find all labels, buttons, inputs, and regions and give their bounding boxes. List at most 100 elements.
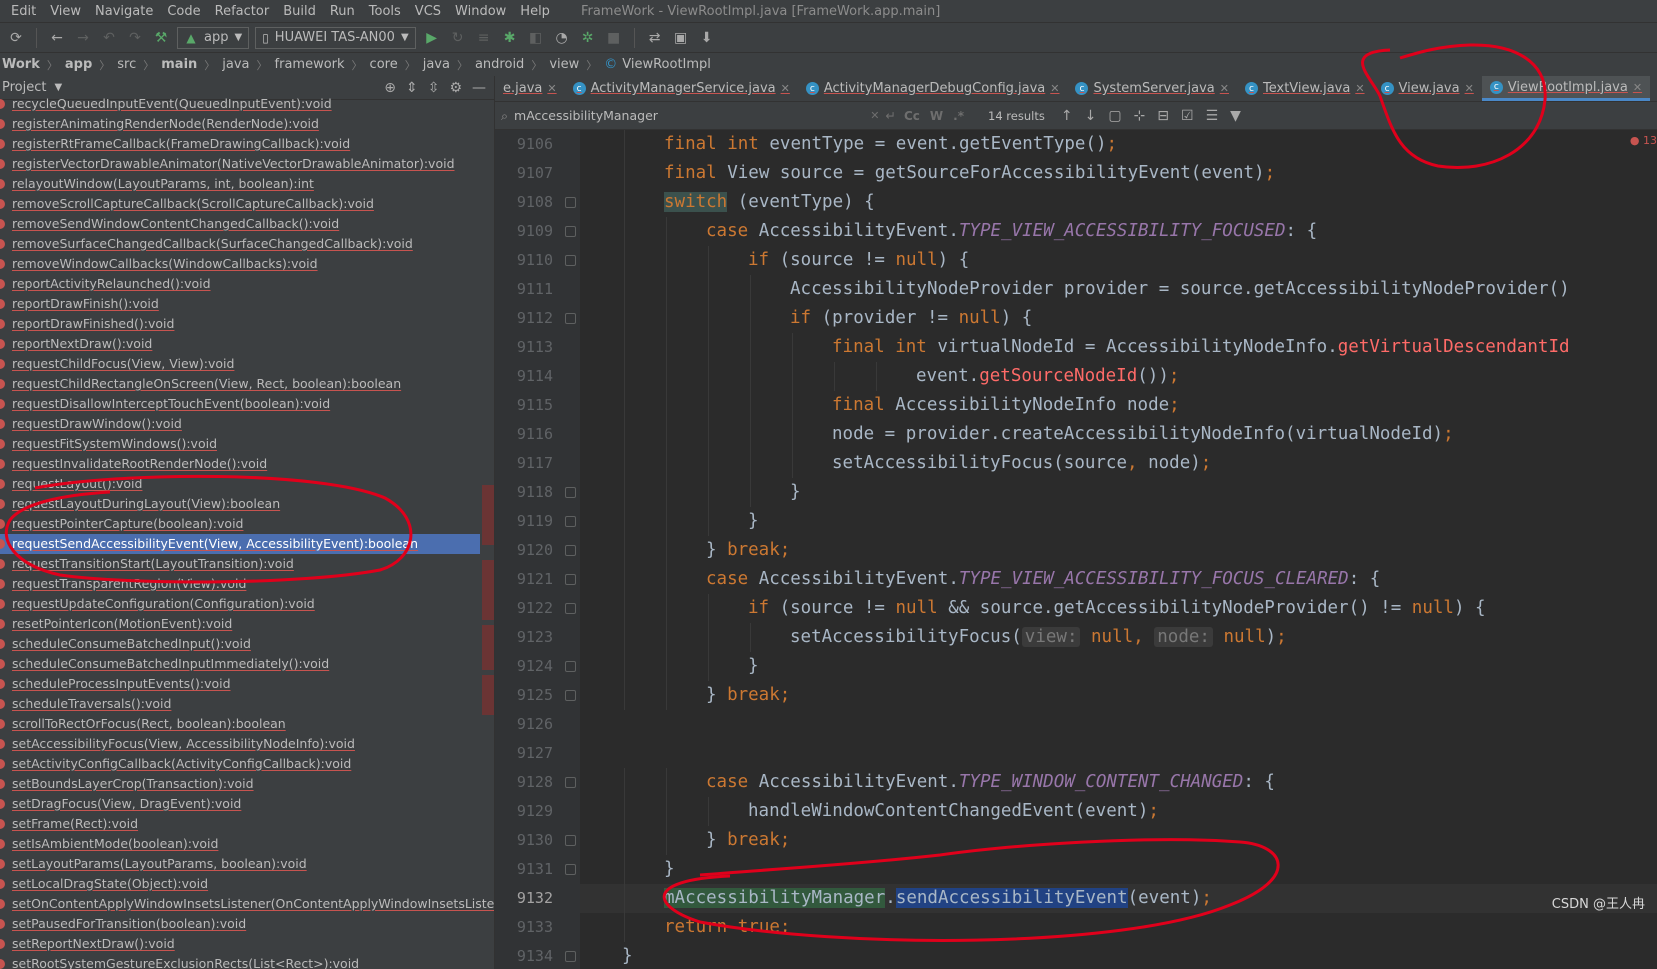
code-line[interactable]: if (provider != null) { [580, 304, 1657, 333]
menu-refactor[interactable]: Refactor [208, 4, 277, 19]
line-number[interactable]: 9128 [495, 768, 553, 797]
editor-tab[interactable]: c SystemServer.java ✕ [1067, 76, 1237, 101]
filter-icon[interactable]: ▼ [1230, 108, 1241, 124]
scrollbar-error-marker[interactable] [482, 625, 494, 670]
code-line[interactable]: } [580, 855, 1657, 884]
line-number[interactable]: 9106 [495, 130, 553, 159]
fold-marker-icon[interactable] [565, 777, 576, 788]
fold-marker-icon[interactable] [565, 255, 576, 266]
structure-member-item[interactable]: requestLayoutDuringLayout(View):boolean [0, 494, 480, 514]
structure-member-item[interactable]: setDragFocus(View, DragEvent):void [0, 794, 480, 814]
menu-code[interactable]: Code [160, 4, 207, 19]
fold-marker-icon[interactable] [565, 690, 576, 701]
debug-icon[interactable]: ✱ [500, 28, 520, 48]
project-view-select[interactable]: Project [2, 80, 46, 95]
structure-member-item[interactable]: requestChildFocus(View, View):void [0, 354, 480, 374]
editor-tab[interactable]: c ActivityManagerService.java ✕ [565, 76, 798, 101]
breadcrumb-item[interactable]: java [423, 57, 450, 72]
editor-tab[interactable]: c View.java ✕ [1373, 76, 1482, 101]
line-number[interactable]: 9132 [495, 884, 553, 913]
code-line[interactable]: } break; [580, 536, 1657, 565]
structure-member-item[interactable]: registerVectorDrawableAnimator(NativeVec… [0, 154, 480, 174]
structure-member-item[interactable]: scheduleProcessInputEvents():void [0, 674, 480, 694]
structure-member-item[interactable]: removeScrollCaptureCallback(ScrollCaptur… [0, 194, 480, 214]
code-line[interactable]: } [580, 478, 1657, 507]
gradle-sync-icon[interactable]: ⇄ [645, 28, 665, 48]
line-number[interactable]: 9124 [495, 652, 553, 681]
redo-icon[interactable]: ↷ [125, 28, 145, 48]
profile-icon[interactable]: ◔ [552, 28, 572, 48]
structure-member-item[interactable]: reportNextDraw():void [0, 334, 480, 354]
code-line[interactable]: handleWindowContentChangedEvent(event); [580, 797, 1657, 826]
error-count-badge[interactable]: ● 13 [1630, 134, 1657, 147]
menu-view[interactable]: View [43, 4, 88, 19]
line-number[interactable]: 9116 [495, 420, 553, 449]
structure-member-item[interactable]: requestUpdateConfiguration(Configuration… [0, 594, 480, 614]
select-all-icon[interactable]: ☑ [1181, 108, 1194, 124]
code-line[interactable]: } [580, 507, 1657, 536]
run-configuration-select[interactable]: ▲ app ▼ [177, 26, 250, 49]
fold-marker-icon[interactable] [565, 574, 576, 585]
fold-marker-icon[interactable] [565, 603, 576, 614]
breadcrumb-item[interactable]: java [222, 57, 249, 72]
line-number[interactable]: 9114 [495, 362, 553, 391]
fold-marker-icon[interactable] [565, 835, 576, 846]
code-line[interactable]: return true; [580, 913, 1657, 942]
close-icon[interactable]: ✕ [1355, 82, 1364, 95]
structure-member-item[interactable]: setAccessibilityFocus(View, Accessibilit… [0, 734, 480, 754]
breadcrumb-item[interactable]: android [475, 57, 524, 72]
editor-tab[interactable]: e.java ✕ [495, 76, 565, 101]
breadcrumb-item[interactable]: app [65, 57, 92, 72]
chevron-down-icon[interactable]: ▼ [54, 82, 62, 93]
code-area[interactable]: final int eventType = event.getEventType… [580, 130, 1657, 969]
menu-edit[interactable]: Edit [4, 4, 43, 19]
line-number[interactable]: 9129 [495, 797, 553, 826]
close-icon[interactable]: ✕ [1050, 82, 1059, 95]
code-line[interactable]: AccessibilityNodeProvider provider = sou… [580, 275, 1657, 304]
close-icon[interactable]: ✕ [1465, 82, 1474, 95]
line-number[interactable]: 9130 [495, 826, 553, 855]
apply-code-changes-icon[interactable]: ≡ [474, 28, 494, 48]
structure-member-item[interactable]: requestInvalidateRootRenderNode():void [0, 454, 480, 474]
structure-member-item[interactable]: requestDrawWindow():void [0, 414, 480, 434]
structure-member-item[interactable]: scrollToRectOrFocus(Rect, boolean):boole… [0, 714, 480, 734]
project-scrollbar[interactable] [482, 100, 494, 969]
line-number[interactable]: 9133 [495, 913, 553, 942]
line-number[interactable]: 9111 [495, 275, 553, 304]
code-line[interactable]: final int eventType = event.getEventType… [580, 130, 1657, 159]
structure-member-item[interactable]: reportDrawFinished():void [0, 314, 480, 334]
fold-marker-icon[interactable] [565, 661, 576, 672]
fold-marker-icon[interactable] [565, 313, 576, 324]
fold-marker-icon[interactable] [565, 226, 576, 237]
line-number[interactable]: 9122 [495, 594, 553, 623]
line-number[interactable]: 9123 [495, 623, 553, 652]
structure-member-item[interactable]: setLayoutParams(LayoutParams, boolean):v… [0, 854, 480, 874]
code-line[interactable]: if (source != null) { [580, 246, 1657, 275]
line-number[interactable]: 9113 [495, 333, 553, 362]
device-select[interactable]: ▯ HUAWEI TAS-AN00 ▼ [255, 26, 416, 49]
close-icon[interactable]: ✕ [1220, 82, 1229, 95]
scrollbar-error-marker[interactable] [482, 675, 494, 715]
editor-tab[interactable]: c TextView.java ✕ [1237, 76, 1373, 101]
structure-member-item[interactable]: reportDrawFinish():void [0, 294, 480, 314]
fold-marker-icon[interactable] [565, 487, 576, 498]
fold-marker-icon[interactable] [565, 516, 576, 527]
code-line[interactable]: } break; [580, 826, 1657, 855]
avd-manager-icon[interactable]: ▣ [671, 28, 691, 48]
menu-build[interactable]: Build [276, 4, 323, 19]
structure-member-item[interactable]: recycleQueuedInputEvent(QueuedInputEvent… [0, 94, 480, 114]
back-icon[interactable]: ← [47, 28, 67, 48]
line-number[interactable]: 9112 [495, 304, 553, 333]
clear-icon[interactable]: ✕ [870, 109, 879, 122]
structure-member-item[interactable]: registerAnimatingRenderNode(RenderNode):… [0, 114, 480, 134]
previous-occurrence-icon[interactable]: ↑ [1061, 108, 1073, 124]
fold-marker-icon[interactable] [565, 197, 576, 208]
find-input[interactable]: ⌕ mAccessibilityManager ✕ ↵ [501, 105, 896, 127]
breadcrumb-item[interactable]: main [161, 57, 197, 72]
close-icon[interactable]: ✕ [781, 82, 790, 95]
structure-member-item[interactable]: scheduleConsumeBatchedInput():void [0, 634, 480, 654]
scrollbar-error-marker[interactable] [482, 560, 494, 620]
add-occurrence-icon[interactable]: ⊹ [1134, 108, 1146, 124]
code-line[interactable]: } [580, 652, 1657, 681]
structure-member-item[interactable]: setReportNextDraw():void [0, 934, 480, 954]
